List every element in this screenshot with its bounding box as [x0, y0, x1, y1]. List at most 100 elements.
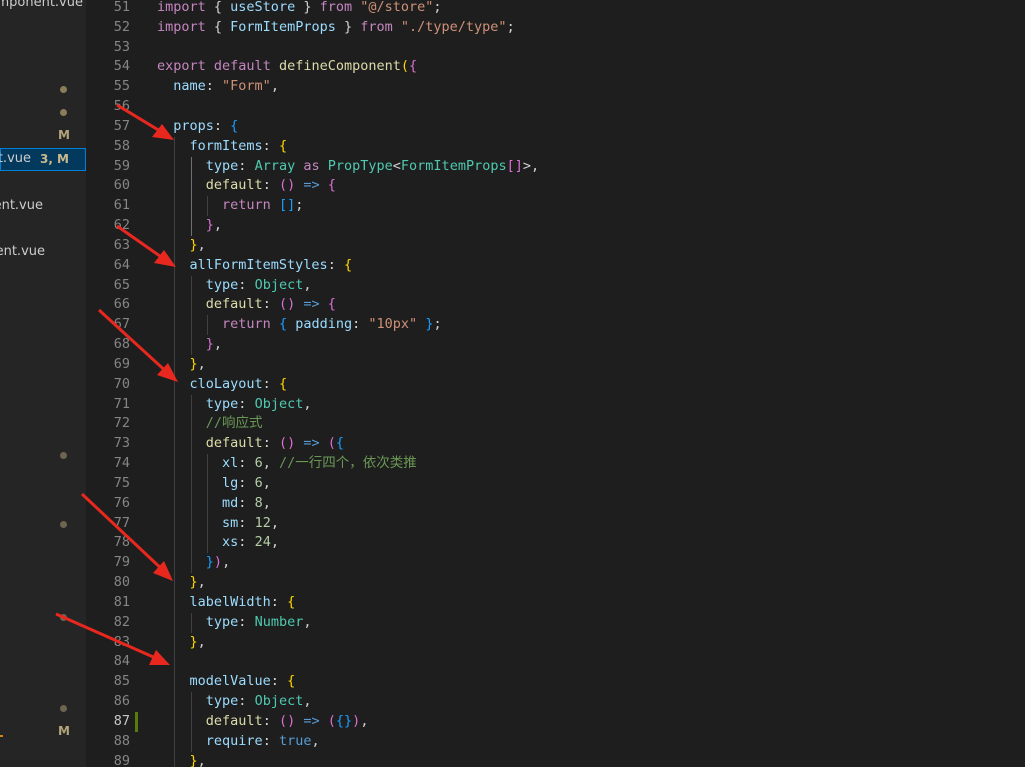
code-token: import — [157, 0, 206, 15]
code-token: () — [278, 177, 296, 194]
code-token: Array — [254, 157, 296, 174]
line-number: 54 — [113, 58, 130, 75]
code-token: allFormItemStyles — [189, 256, 328, 273]
line-number: 52 — [113, 18, 130, 35]
code-token: sm — [222, 514, 239, 531]
code-token: return — [222, 197, 271, 214]
code-token: { — [327, 296, 336, 313]
code-token: , — [197, 633, 206, 650]
code-line[interactable]: return []; — [157, 196, 303, 216]
code-token: () — [278, 435, 296, 452]
code-token: 6 — [254, 455, 263, 472]
code-token: , — [197, 574, 206, 591]
code-token: default — [205, 435, 263, 452]
code-line[interactable]: allFormItemStyles: { — [157, 256, 353, 276]
code-line[interactable]: }, — [157, 573, 206, 593]
code-line[interactable]: default: () => ({ — [157, 434, 344, 454]
code-token: true — [278, 732, 312, 749]
code-token: PropType — [327, 157, 393, 174]
code-token: {} — [335, 712, 353, 729]
line-number: 61 — [113, 197, 130, 214]
code-token: } — [189, 236, 198, 253]
code-line[interactable]: import { FormItemProps } from "./type/ty… — [157, 18, 515, 38]
line-number: 56 — [113, 98, 130, 115]
code-line[interactable]: //响应式 — [157, 414, 263, 434]
code-line[interactable]: modelValue: { — [157, 672, 296, 692]
code-line[interactable]: }, — [157, 236, 206, 256]
code-line[interactable]: type: Number, — [157, 613, 312, 633]
code-token: md — [222, 494, 239, 511]
code-editor[interactable]: 51 52 53 54 55 56 57 58 59 60 61 62 63 64 65 66 67 68 69 70… — [86, 0, 1025, 767]
code-token: , — [262, 474, 271, 491]
code-line[interactable]: export default defineComponent({ — [157, 57, 417, 77]
file-name: omponent.vue — [0, 0, 83, 10]
code-line[interactable]: type: Object, — [157, 395, 312, 415]
code-line[interactable]: default: () => ({}), — [157, 712, 369, 732]
code-token: 24 — [254, 534, 271, 551]
code-token: , — [270, 78, 279, 95]
code-line[interactable]: }, — [157, 752, 206, 767]
code-token: : — [352, 316, 369, 333]
code-token: : — [262, 137, 279, 154]
code-token: ; — [295, 197, 304, 214]
code-line[interactable]: type: Object, — [157, 692, 312, 712]
code-line[interactable]: name: "Form", — [157, 77, 279, 97]
code-line[interactable]: return { padding: "10px" }; — [157, 315, 442, 335]
code-token: : — [238, 395, 255, 412]
git-modified-letter: M — [58, 724, 70, 738]
code-token: ; — [506, 18, 515, 35]
code-token: xl — [222, 455, 239, 472]
code-token: import — [157, 18, 206, 35]
line-number: 79 — [113, 554, 130, 571]
line-number: 81 — [113, 593, 130, 610]
code-line[interactable]: }, — [157, 633, 206, 653]
code-line[interactable]: xl: 6, //一行四个，依次类推 — [157, 454, 417, 474]
code-token: : — [238, 474, 255, 491]
line-number: 89 — [113, 752, 130, 767]
code-token: { — [278, 137, 288, 154]
indent-guide — [190, 156, 192, 236]
code-line[interactable]: default: () => { — [157, 176, 336, 196]
code-token: , — [262, 494, 271, 511]
code-line[interactable]: xs: 24, — [157, 533, 279, 553]
line-number: 74 — [113, 455, 130, 472]
code-line[interactable]: formItems: { — [157, 137, 288, 157]
code-line[interactable]: props: { — [157, 117, 238, 137]
code-line[interactable]: cloLayout: { — [157, 375, 288, 395]
code-token: : — [238, 514, 255, 531]
file-item-ent-vue[interactable]: ent.vue — [0, 195, 86, 217]
code-token: { — [278, 316, 288, 333]
file-item-component-vue[interactable]: omponent.vue — [0, 0, 86, 14]
code-token: , — [222, 554, 231, 571]
code-token: { — [343, 256, 353, 273]
code-token: return — [222, 316, 271, 333]
code-token: , — [197, 236, 206, 253]
code-line[interactable]: type: Object, — [157, 276, 312, 296]
code-line[interactable]: require: true, — [157, 732, 320, 752]
code-line[interactable]: import { useStore } from "@/store"; — [157, 0, 442, 18]
code-line[interactable]: type: Array as PropType<FormItemProps[]>… — [157, 157, 539, 177]
code-line[interactable]: default: () => { — [157, 295, 336, 315]
code-line[interactable]: labelWidth: { — [157, 593, 296, 613]
line-number: 51 — [113, 0, 130, 15]
code-token: //响应式 — [205, 415, 263, 432]
code-line[interactable]: }), — [157, 553, 230, 573]
file-item-selected[interactable]: ut.vue 3, M — [0, 148, 86, 171]
code-token: , — [213, 336, 223, 353]
code-line[interactable]: sm: 12, — [157, 514, 279, 534]
code-line[interactable]: }, — [157, 355, 206, 375]
git-change-marker[interactable] — [135, 711, 138, 732]
file-item-nent-vue[interactable]: nent.vue — [0, 241, 86, 263]
code-token: : — [262, 732, 279, 749]
